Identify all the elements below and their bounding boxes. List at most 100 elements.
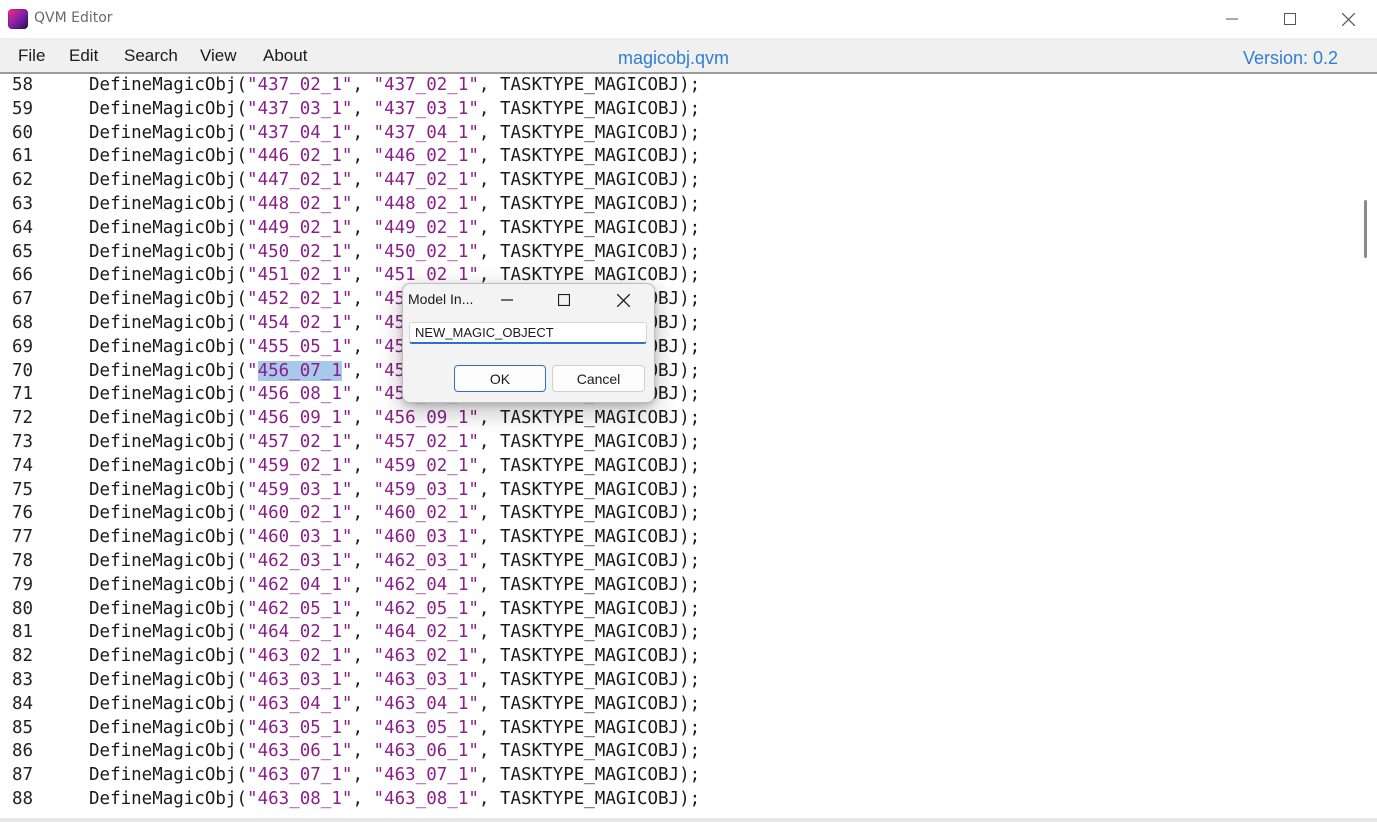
line-number: 80 [12, 598, 34, 619]
code-line[interactable]: 65 DefineMagicObj("450_02_1", "450_02_1",… [0, 241, 1356, 265]
ok-button[interactable]: OK [454, 365, 546, 392]
line-number: 88 [12, 789, 34, 809]
code-line[interactable]: 80 DefineMagicObj("462_05_1", "462_05_1",… [0, 598, 1356, 622]
code-line[interactable]: 84 DefineMagicObj("463_04_1", "463_04_1",… [0, 693, 1356, 717]
code-text[interactable]: DefineMagicObj("460_03_1", "460_03_1", T… [89, 526, 700, 550]
code-text[interactable]: DefineMagicObj("459_02_1", "459_02_1", T… [89, 455, 700, 479]
vertical-scrollbar[interactable] [1356, 74, 1377, 820]
menu-search[interactable]: Search [124, 46, 178, 66]
code-line[interactable]: 60 DefineMagicObj("437_04_1", "437_04_1",… [0, 122, 1356, 146]
code-text[interactable]: DefineMagicObj("463_02_1", "463_02_1", T… [89, 645, 700, 669]
close-icon [1341, 12, 1355, 26]
code-line[interactable]: 69DefineMagicObj("455_05_1", "455_05_1",… [0, 336, 1356, 360]
code-line[interactable]: 63 DefineMagicObj("448_02_1", "448_02_1",… [0, 193, 1356, 217]
code-text[interactable]: DefineMagicObj("462_05_1", "462_05_1", T… [89, 598, 700, 622]
code-line[interactable]: 68DefineMagicObj("454_02_1", "454_02_1",… [0, 312, 1356, 336]
code-line[interactable]: 86 DefineMagicObj("463_06_1", "463_06_1",… [0, 740, 1356, 764]
menu-file[interactable]: File [18, 46, 45, 66]
model-input-dialog: Model In... NEW_MAGIC_OBJECT OK Cancel [402, 283, 655, 403]
window-title: QVM Editor [34, 10, 113, 26]
minimize-icon [1226, 18, 1238, 20]
code-line[interactable]: 83 DefineMagicObj("463_03_1", "463_03_1",… [0, 669, 1356, 693]
code-line[interactable]: 72 DefineMagicObj("456_09_1", "456_09_1",… [0, 407, 1356, 431]
code-line[interactable]: 87 DefineMagicObj("463_07_1", "463_07_1",… [0, 764, 1356, 788]
code-line[interactable]: 85 DefineMagicObj("463_05_1", "463_05_1",… [0, 717, 1356, 741]
code-line[interactable]: 59 DefineMagicObj("437_03_1", "437_03_1",… [0, 98, 1356, 122]
line-number: 86 [12, 741, 34, 762]
code-line[interactable]: 67DefineMagicObj("452_02_1", "452_02_1",… [0, 288, 1356, 312]
line-number: 64 [12, 217, 34, 238]
close-button[interactable] [1319, 0, 1377, 38]
line-number: 62 [12, 170, 34, 191]
dialog-close-button[interactable] [609, 288, 637, 312]
window-bottom-border [0, 818, 1377, 822]
minimize-button[interactable] [1203, 0, 1261, 38]
model-name-input[interactable]: NEW_MAGIC_OBJECT [409, 322, 647, 344]
line-number: 68 [12, 313, 34, 333]
code-text[interactable]: DefineMagicObj("449_02_1", "449_02_1", T… [89, 217, 700, 241]
code-line[interactable]: 82 DefineMagicObj("463_02_1", "463_02_1",… [0, 645, 1356, 669]
code-line[interactable]: 66 DefineMagicObj("451_02_1", "451_02_1",… [0, 264, 1356, 288]
code-line[interactable]: 88 DefineMagicObj("463_08_1", "463_08_1",… [0, 788, 1356, 812]
code-line[interactable]: 58 DefineMagicObj("437_02_1", "437_02_1",… [0, 74, 1356, 98]
dialog-maximize-button[interactable] [550, 288, 578, 312]
line-number: 75 [12, 479, 34, 500]
code-line[interactable]: 73 DefineMagicObj("457_02_1", "457_02_1",… [0, 431, 1356, 455]
line-number: 63 [12, 194, 34, 214]
code-text[interactable]: DefineMagicObj("462_03_1", "462_03_1", T… [89, 550, 700, 574]
code-text[interactable]: DefineMagicObj("463_07_1", "463_07_1", T… [89, 764, 700, 788]
code-text[interactable]: DefineMagicObj("437_02_1", "437_02_1", T… [89, 74, 700, 98]
code-text[interactable]: DefineMagicObj("462_04_1", "462_04_1", T… [89, 574, 700, 598]
code-editor[interactable]: 58 DefineMagicObj("437_02_1", "437_02_1",… [0, 74, 1356, 820]
app-icon [8, 9, 28, 29]
code-text[interactable]: DefineMagicObj("450_02_1", "450_02_1", T… [89, 241, 700, 265]
code-text[interactable]: DefineMagicObj("446_02_1", "446_02_1", T… [89, 145, 700, 169]
code-line[interactable]: 71DefineMagicObj("456_08_1", "456_08_1",… [0, 383, 1356, 407]
line-number: 66 [12, 265, 34, 286]
code-line[interactable]: 75 DefineMagicObj("459_03_1", "459_03_1",… [0, 479, 1356, 503]
line-number: 71 [12, 384, 34, 405]
code-line[interactable]: 76 DefineMagicObj("460_02_1", "460_02_1",… [0, 502, 1356, 526]
dialog-title: Model In... [408, 291, 474, 307]
menu-edit[interactable]: Edit [69, 46, 98, 66]
code-text[interactable]: DefineMagicObj("463_06_1", "463_06_1", T… [89, 740, 700, 764]
code-text[interactable]: DefineMagicObj("463_08_1", "463_08_1", T… [89, 788, 700, 812]
menu-about[interactable]: About [263, 46, 307, 66]
dialog-minimize-button[interactable] [493, 288, 521, 312]
code-text[interactable]: DefineMagicObj("463_03_1", "463_03_1", T… [89, 669, 700, 693]
code-text[interactable]: DefineMagicObj("448_02_1", "448_02_1", T… [89, 193, 700, 217]
code-line[interactable]: 70DefineMagicObj("456_07_1", "456_07_1",… [0, 360, 1356, 384]
line-number: 58 [12, 75, 34, 95]
maximize-button[interactable] [1261, 0, 1319, 38]
code-line[interactable]: 78 DefineMagicObj("462_03_1", "462_03_1",… [0, 550, 1356, 574]
code-line[interactable]: 64 DefineMagicObj("449_02_1", "449_02_1",… [0, 217, 1356, 241]
code-text[interactable]: DefineMagicObj("437_03_1", "437_03_1", T… [89, 98, 700, 122]
code-text[interactable]: DefineMagicObj("457_02_1", "457_02_1", T… [89, 431, 700, 455]
scrollbar-thumb[interactable] [1364, 200, 1367, 258]
code-text[interactable]: DefineMagicObj("464_02_1", "464_02_1", T… [89, 621, 700, 645]
code-line[interactable]: 81 DefineMagicObj("464_02_1", "464_02_1",… [0, 621, 1356, 645]
line-number: 79 [12, 574, 34, 595]
text-selection[interactable]: 456_07_1 [257, 360, 342, 381]
cancel-button[interactable]: Cancel [552, 365, 645, 392]
line-number: 82 [12, 646, 34, 667]
code-text[interactable]: DefineMagicObj("447_02_1", "447_02_1", T… [89, 169, 700, 193]
code-text[interactable]: DefineMagicObj("456_09_1", "456_09_1", T… [89, 407, 700, 431]
code-line[interactable]: 79 DefineMagicObj("462_04_1", "462_04_1",… [0, 574, 1356, 598]
close-icon [616, 293, 630, 307]
code-text[interactable]: DefineMagicObj("459_03_1", "459_03_1", T… [89, 479, 700, 503]
line-number: 84 [12, 693, 34, 714]
title-bar: QVM Editor [0, 0, 1377, 38]
line-number: 65 [12, 241, 34, 262]
code-text[interactable]: DefineMagicObj("463_05_1", "463_05_1", T… [89, 717, 700, 741]
code-line[interactable]: 77 DefineMagicObj("460_03_1", "460_03_1",… [0, 526, 1356, 550]
code-line[interactable]: 74 DefineMagicObj("459_02_1", "459_02_1",… [0, 455, 1356, 479]
code-text[interactable]: DefineMagicObj("460_02_1", "460_02_1", T… [89, 502, 700, 526]
line-number: 87 [12, 765, 34, 786]
code-line[interactable]: 62 DefineMagicObj("447_02_1", "447_02_1",… [0, 169, 1356, 193]
code-text[interactable]: DefineMagicObj("463_04_1", "463_04_1", T… [89, 693, 700, 717]
menu-view[interactable]: View [200, 46, 237, 66]
code-line[interactable]: 61 DefineMagicObj("446_02_1", "446_02_1",… [0, 145, 1356, 169]
code-text[interactable]: DefineMagicObj("437_04_1", "437_04_1", T… [89, 122, 700, 146]
line-number: 59 [12, 98, 34, 119]
